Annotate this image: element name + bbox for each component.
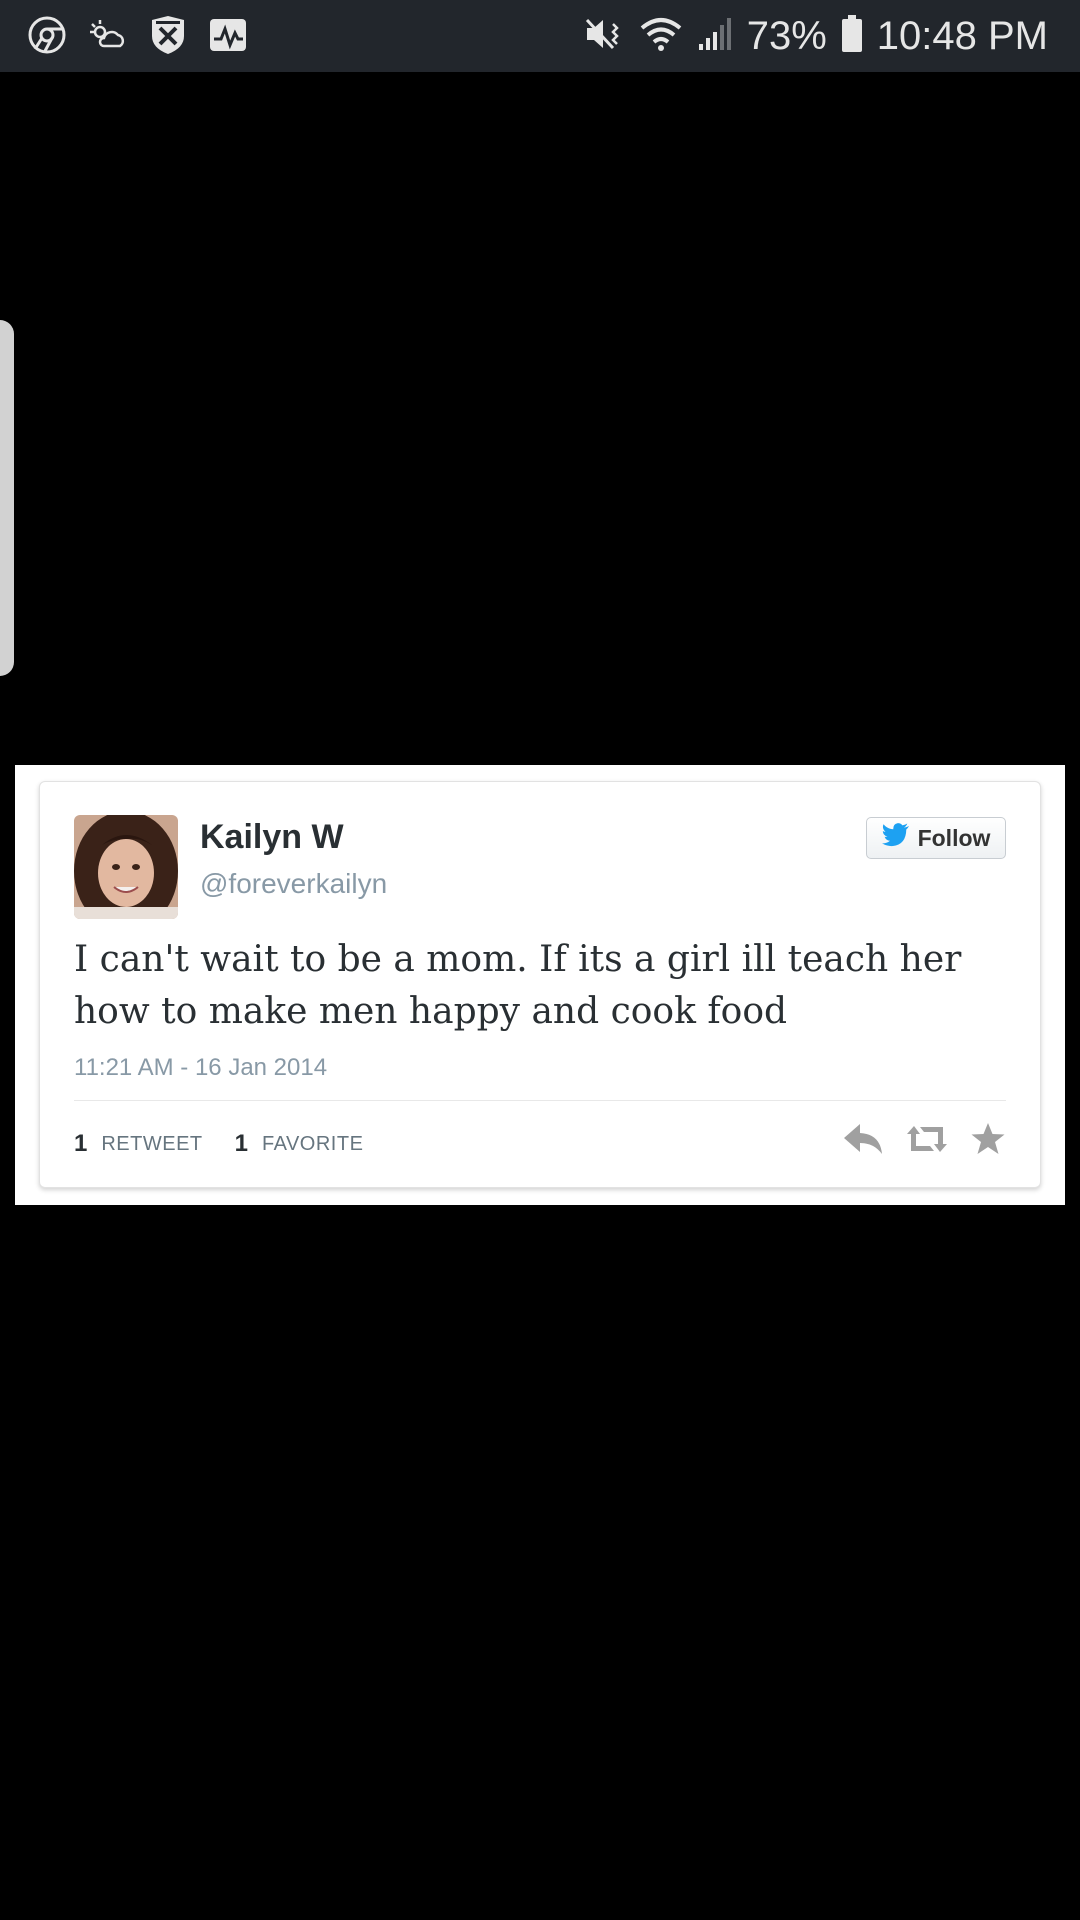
favorite-star-icon[interactable] [970, 1122, 1006, 1156]
avatar[interactable] [74, 815, 178, 919]
activity-icon [208, 17, 248, 58]
tweet-stats: 1 RETWEET 1 FAVORITE [74, 1130, 363, 1158]
edge-panel-handle[interactable] [0, 320, 14, 676]
tweet-screenshot: Kailyn W @foreverkailyn Follow I can't w… [15, 765, 1065, 1205]
twitter-bird-icon [881, 823, 910, 853]
chrome-icon [28, 16, 66, 59]
favorite-label[interactable]: FAVORITE [262, 1133, 363, 1156]
wifi-icon [639, 16, 683, 57]
divider [74, 1100, 1006, 1101]
follow-label: Follow [917, 824, 991, 851]
reply-icon[interactable] [842, 1122, 884, 1156]
battery-icon [841, 14, 863, 58]
notification-icons [28, 14, 248, 61]
follow-button[interactable]: Follow [866, 817, 1006, 859]
night-owl-icon [148, 14, 188, 61]
tweet-timestamp[interactable]: 11:21 AM - 16 Jan 2014 [74, 1054, 327, 1082]
tweet-text: I can't wait to be a mom. If its a girl … [74, 939, 962, 1032]
retweet-label[interactable]: RETWEET [101, 1133, 202, 1156]
signal-icon [697, 16, 733, 57]
system-indicators: 73% 10:48 PM [583, 8, 1048, 64]
tweet-card: Kailyn W @foreverkailyn Follow I can't w… [39, 781, 1041, 1188]
mute-vibrate-icon [583, 14, 625, 59]
status-bar: 73% 10:48 PM [0, 0, 1080, 72]
tweet-actions [842, 1122, 1006, 1156]
favorite-count[interactable]: 1 [235, 1130, 248, 1158]
battery-percent: 73% [746, 14, 827, 58]
user-handle[interactable]: @foreverkailyn [200, 868, 387, 900]
weather-icon [86, 16, 128, 59]
display-name[interactable]: Kailyn W [200, 818, 344, 857]
clock: 10:48 PM [876, 14, 1048, 58]
retweet-icon[interactable] [906, 1122, 948, 1156]
retweet-count[interactable]: 1 [74, 1130, 87, 1158]
